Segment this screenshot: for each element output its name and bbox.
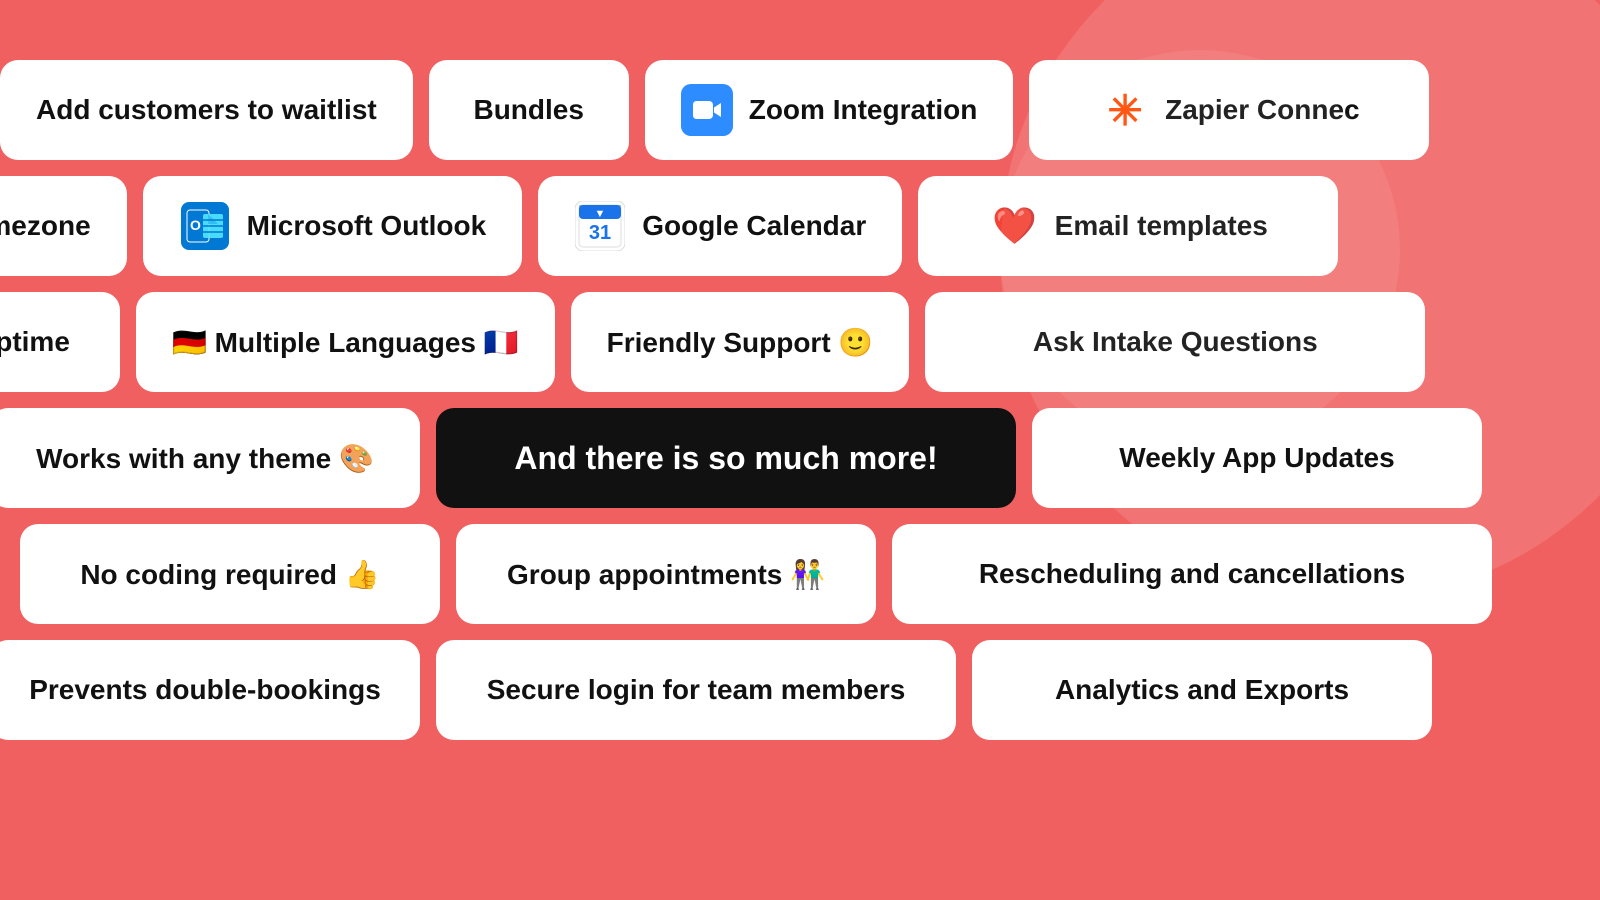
row-5: No coding required 👍 Group appointments …: [0, 524, 1600, 624]
pill-zoom: Zoom Integration: [645, 60, 1014, 160]
pill-add-waitlist: Add customers to waitlist: [0, 60, 413, 160]
row-4: Works with any theme 🎨 And there is so m…: [0, 408, 1600, 508]
pill-group: Group appointments 👫: [456, 524, 876, 624]
pill-intake: Ask Intake Questions: [925, 292, 1425, 392]
pill-more: And there is so much more!: [436, 408, 1016, 508]
pill-label: No coding required 👍: [80, 558, 379, 591]
row-1: Add customers to waitlist Bundles Zoom I…: [0, 60, 1600, 160]
row-6: Prevents double-bookings Secure login fo…: [0, 640, 1600, 740]
pill-label: Zoom Integration: [749, 94, 978, 126]
pill-label: ock Timezone: [0, 210, 91, 242]
pill-label: Zapier Connec: [1165, 94, 1359, 126]
outlook-icon: O: [179, 200, 231, 252]
pill-no-coding: No coding required 👍: [20, 524, 440, 624]
pill-label: And there is so much more!: [514, 440, 937, 477]
zapier-icon: ✳: [1099, 84, 1151, 136]
pill-label: Secure login for team members: [487, 674, 906, 706]
pill-uptime: b Uptime: [0, 292, 120, 392]
pill-label: Prevents double-bookings: [29, 674, 381, 706]
pill-label: b Uptime: [0, 326, 70, 358]
pill-label: Google Calendar: [642, 210, 866, 242]
pill-secure-login: Secure login for team members: [436, 640, 956, 740]
pill-label: Microsoft Outlook: [247, 210, 487, 242]
pill-weekly: Weekly App Updates: [1032, 408, 1482, 508]
pill-theme: Works with any theme 🎨: [0, 408, 420, 508]
zoom-icon: [681, 84, 733, 136]
pill-rescheduling: Rescheduling and cancellations: [892, 524, 1492, 624]
pill-zapier: ✳ Zapier Connec: [1029, 60, 1429, 160]
pill-label: Ask Intake Questions: [1033, 326, 1318, 358]
pill-label: Group appointments 👫: [507, 558, 825, 591]
pill-label: Bundles: [473, 94, 583, 126]
pill-outlook: O Microsoft Outlook: [143, 176, 523, 276]
pill-label: Rescheduling and cancellations: [979, 558, 1405, 590]
row-3: b Uptime 🇩🇪 Multiple Languages 🇫🇷 Friend…: [0, 292, 1600, 392]
gcal-icon: ▼ 31: [574, 200, 626, 252]
row-2: ock Timezone O Microsoft Outlook: [0, 176, 1600, 276]
feature-grid: Add customers to waitlist Bundles Zoom I…: [0, 0, 1600, 900]
pill-label: Friendly Support 🙂: [607, 326, 874, 359]
pill-support: Friendly Support 🙂: [571, 292, 910, 392]
pill-gcal: ▼ 31 Google Calendar: [538, 176, 902, 276]
pill-bundles: Bundles: [429, 60, 629, 160]
email-icon: ❤️: [989, 200, 1041, 252]
pill-label: Works with any theme 🎨: [36, 442, 374, 475]
pill-analytics: Analytics and Exports: [972, 640, 1432, 740]
svg-text:▼: ▼: [595, 208, 606, 220]
pill-languages: 🇩🇪 Multiple Languages 🇫🇷: [136, 292, 555, 392]
pill-email-templates: ❤️ Email templates: [918, 176, 1338, 276]
pill-double-bookings: Prevents double-bookings: [0, 640, 420, 740]
pill-label: 🇩🇪 Multiple Languages 🇫🇷: [172, 326, 519, 359]
pill-timezone: ock Timezone: [0, 176, 127, 276]
svg-text:31: 31: [589, 222, 611, 244]
pill-label: Email templates: [1055, 210, 1268, 242]
svg-text:O: O: [190, 217, 201, 233]
pill-label: Add customers to waitlist: [36, 94, 377, 126]
pill-label: Weekly App Updates: [1119, 442, 1394, 474]
pill-label: Analytics and Exports: [1055, 674, 1349, 706]
